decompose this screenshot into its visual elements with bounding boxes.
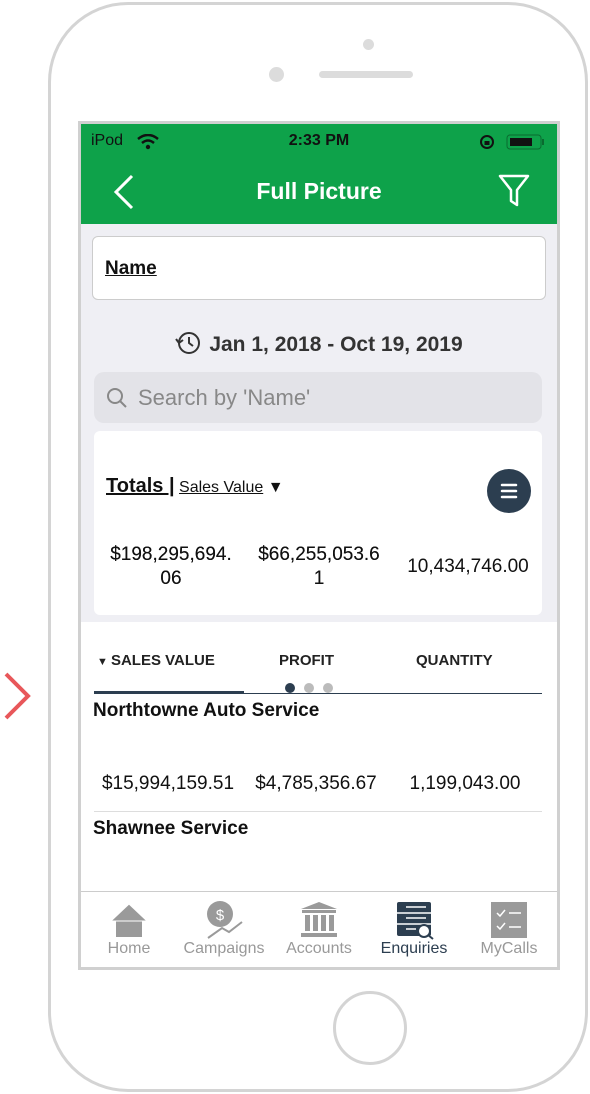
row-name: Northtowne Auto Service	[93, 700, 320, 721]
row-divider	[94, 811, 542, 812]
total-profit: $66,255,053.61 $66,255,053.6 1	[244, 543, 394, 593]
metric-selected: Sales Value	[179, 479, 264, 496]
svg-text:$: $	[216, 907, 225, 924]
tab-enquiries[interactable]: Enquiries	[366, 900, 462, 958]
total-profit-lines: $66,255,053.6 1	[258, 544, 380, 589]
results-list: ▼ SALES VALUE PROFIT QUANTITY Northtowne…	[81, 622, 557, 892]
pager-dots	[285, 680, 333, 698]
column-quantity[interactable]: QUANTITY	[416, 652, 493, 669]
date-range-text: Jan 1, 2018 - Oct 19, 2019	[209, 333, 463, 356]
pager-dot-active[interactable]	[285, 683, 295, 693]
checklist-icon	[491, 902, 527, 938]
row-name: Shawnee Service	[93, 818, 249, 839]
page-title: Full Picture	[256, 178, 382, 204]
pager-dot[interactable]	[323, 683, 333, 693]
hamburger-icon	[500, 483, 518, 499]
tab-accounts[interactable]: Accounts	[271, 900, 367, 958]
column-sales-value[interactable]: ▼ SALES VALUE	[97, 652, 215, 669]
row-quantity: 1,199,043.00	[409, 773, 521, 794]
totals-label: Totals |	[106, 475, 175, 497]
speaker	[319, 71, 413, 78]
total-sales-value: $198,295,694.06 $198,295,694. 06	[96, 543, 246, 593]
active-column-indicator	[94, 691, 244, 694]
home-icon	[109, 903, 149, 937]
dropdown-triangle-icon: ▼	[267, 479, 284, 496]
history-icon	[175, 332, 201, 354]
orientation-lock-icon	[480, 135, 494, 149]
campaigns-icon: $	[207, 901, 243, 939]
row-sales-value: $15,994,159.51	[101, 773, 235, 794]
filter-icon[interactable]	[498, 174, 530, 208]
accounts-icon	[301, 902, 337, 937]
search-input[interactable]: Search by 'Name'	[94, 372, 542, 423]
total-sales-value-lines: $198,295,694. 06	[110, 544, 232, 589]
tab-campaigns[interactable]: $ Campaigns	[176, 900, 272, 958]
totals-metric-selector[interactable]: Totals | Sales Value ▼	[106, 475, 284, 498]
chevron-right-icon[interactable]	[0, 670, 34, 722]
tab-bar: Home $ Campaigns Accounts Enquiries MyCal…	[81, 891, 557, 967]
totals-card: Totals | Sales Value ▼ $198,295,694.06 $…	[94, 431, 542, 615]
name-field-label: Name	[105, 258, 157, 279]
pager-dot[interactable]	[304, 683, 314, 693]
front-camera	[363, 39, 374, 50]
date-range[interactable]: Jan 1, 2018 - Oct 19, 2019	[81, 330, 557, 357]
row-profit: $4,785,356.67	[255, 773, 377, 794]
status-bar: iPod 2:33 PM	[81, 124, 557, 158]
sensor	[269, 67, 284, 82]
menu-button[interactable]	[487, 469, 531, 513]
enquiries-icon	[397, 902, 434, 940]
search-icon	[107, 388, 127, 408]
battery-icon	[506, 134, 544, 150]
home-button[interactable]	[333, 991, 407, 1065]
search-placeholder: Search by 'Name'	[138, 385, 311, 410]
nav-header: Full Picture	[81, 158, 557, 224]
tab-mycalls[interactable]: MyCalls	[461, 900, 557, 958]
app-screen: iPod 2:33 PM Full Picture Name Jan 1, 20…	[78, 121, 560, 970]
tab-home[interactable]: Home	[81, 900, 177, 958]
column-profit[interactable]: PROFIT	[279, 652, 334, 669]
name-field[interactable]: Name	[92, 236, 546, 300]
total-quantity: 10,434,746.00	[407, 556, 529, 577]
